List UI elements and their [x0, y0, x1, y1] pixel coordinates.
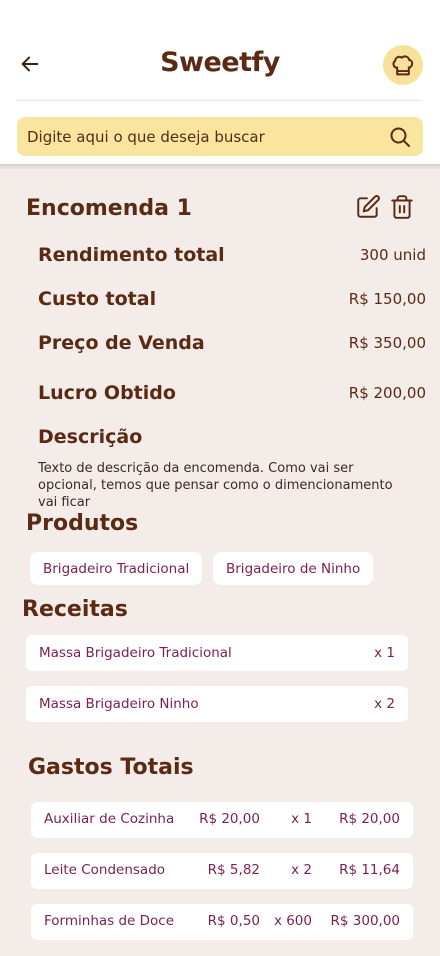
recipe-qty: x 2	[374, 696, 395, 712]
search-bar[interactable]: Digite aqui o que deseja buscar	[17, 117, 423, 156]
cost-name: Auxiliar de Cozinha	[44, 811, 175, 827]
recipe-name: Massa Brigadeiro Tradicional	[39, 645, 232, 661]
cost-total: R$ 300,00	[330, 913, 401, 929]
cost-unit-price: R$ 0,50	[207, 913, 260, 929]
stat-value-cost: R$ 150,00	[348, 290, 426, 308]
header-shadow	[0, 164, 440, 170]
stat-label-sale-price: Preço de Venda	[38, 332, 205, 354]
product-chip[interactable]: Brigadeiro de Ninho	[213, 552, 374, 585]
app-title: Sweetfy	[160, 47, 280, 78]
recipe-qty: x 1	[374, 645, 395, 661]
search-input[interactable]: Digite aqui o que deseja buscar	[27, 128, 387, 146]
costs-title: Gastos Totais	[28, 755, 194, 780]
chef-hat-icon	[392, 55, 414, 76]
search-icon[interactable]	[387, 124, 413, 150]
cost-row[interactable]: Leite Condensado R$ 5,82 x 2 R$ 11,64	[31, 853, 413, 889]
description-text: Texto de descrição da encomenda. Como va…	[38, 461, 393, 510]
stat-value-sale-price: R$ 350,00	[348, 334, 426, 352]
recipes-title: Receitas	[22, 597, 128, 622]
top-bar: Sweetfy Digite aqui o que deseja buscar	[0, 0, 440, 166]
cost-total: R$ 20,00	[339, 811, 400, 827]
product-chip[interactable]: Brigadeiro Tradicional	[30, 552, 203, 585]
stat-value-profit: R$ 200,00	[348, 384, 426, 402]
products-title: Produtos	[26, 511, 139, 536]
cost-unit-price: R$ 5,82	[207, 862, 260, 878]
cost-unit-price: R$ 20,00	[199, 811, 260, 827]
recipe-name: Massa Brigadeiro Ninho	[39, 696, 199, 712]
stat-label-yield: Rendimento total	[38, 244, 225, 266]
description-label: Descrição	[38, 426, 143, 448]
cost-qty: x 600	[273, 913, 312, 929]
cost-row[interactable]: Auxiliar de Cozinha R$ 20,00 x 1 R$ 20,0…	[31, 802, 413, 838]
profile-button[interactable]	[383, 45, 423, 85]
cost-row[interactable]: Forminhas de Doce R$ 0,50 x 600 R$ 300,0…	[31, 904, 413, 940]
cost-name: Forminhas de Doce	[44, 913, 175, 929]
cost-qty: x 1	[291, 811, 312, 827]
header-divider	[16, 100, 422, 101]
cost-total: R$ 11,64	[339, 862, 400, 878]
edit-icon	[357, 195, 380, 218]
stat-value-yield: 300 unid	[359, 246, 426, 264]
stat-label-cost: Custo total	[38, 288, 157, 310]
cost-qty: x 2	[291, 862, 312, 878]
delete-button[interactable]	[389, 194, 415, 220]
recipe-row[interactable]: Massa Brigadeiro Tradicional x 1	[26, 635, 408, 671]
trash-icon	[391, 195, 413, 219]
edit-button[interactable]	[355, 194, 381, 220]
cost-name: Leite Condensado	[44, 862, 166, 878]
stat-label-profit: Lucro Obtido	[38, 382, 176, 404]
recipe-row[interactable]: Massa Brigadeiro Ninho x 2	[26, 686, 408, 722]
order-title: Encomenda 1	[26, 196, 192, 221]
